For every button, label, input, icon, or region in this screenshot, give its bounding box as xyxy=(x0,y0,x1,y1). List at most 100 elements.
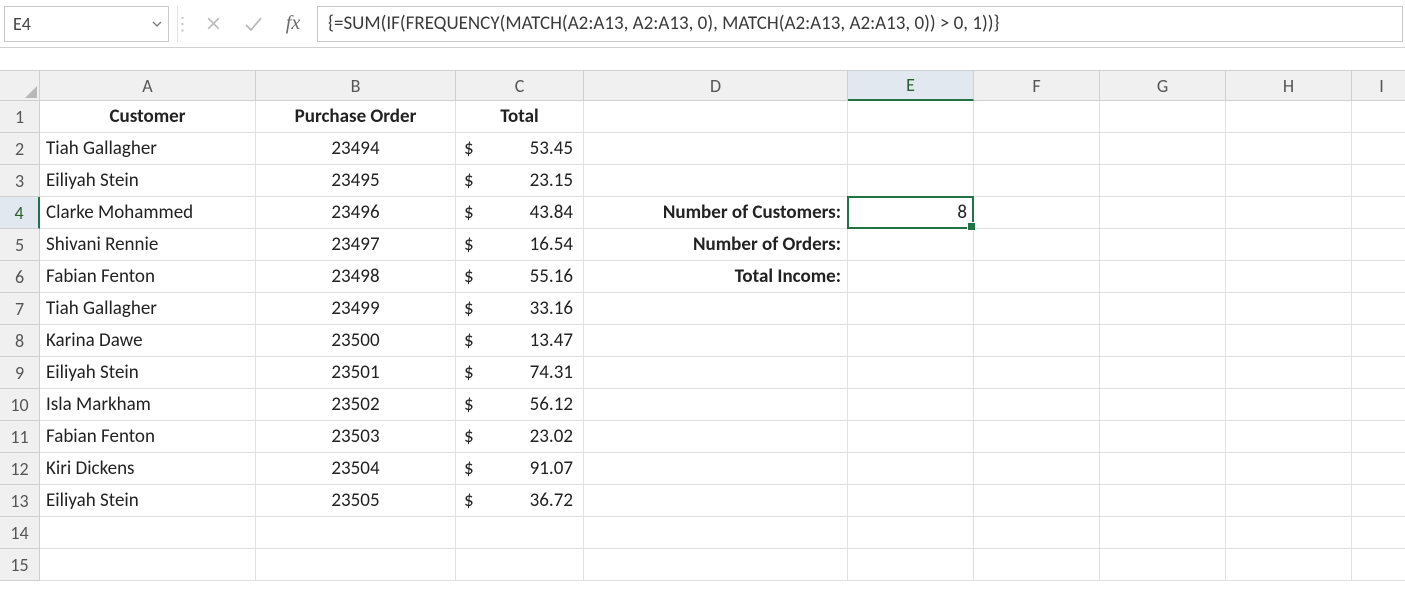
cell-H15[interactable] xyxy=(1226,549,1352,581)
cell-F5[interactable] xyxy=(974,229,1100,261)
enter-formula-button[interactable] xyxy=(233,6,273,42)
column-header-C[interactable]: C xyxy=(456,71,584,101)
cell-D10[interactable] xyxy=(584,389,848,421)
cell-I5[interactable] xyxy=(1352,229,1405,261)
cell-I15[interactable] xyxy=(1352,549,1405,581)
cell-C11[interactable]: $23.02 xyxy=(456,421,584,453)
cell-G10[interactable] xyxy=(1100,389,1226,421)
cell-E6[interactable] xyxy=(848,261,974,293)
cell-I3[interactable] xyxy=(1352,165,1405,197)
cell-A8[interactable]: Karina Dawe xyxy=(40,325,256,357)
cell-G3[interactable] xyxy=(1100,165,1226,197)
cell-E11[interactable] xyxy=(848,421,974,453)
cell-B2[interactable]: 23494 xyxy=(256,133,456,165)
cell-B3[interactable]: 23495 xyxy=(256,165,456,197)
cell-I6[interactable] xyxy=(1352,261,1405,293)
cell-A2[interactable]: Tiah Gallagher xyxy=(40,133,256,165)
cell-E9[interactable] xyxy=(848,357,974,389)
cell-D15[interactable] xyxy=(584,549,848,581)
cell-I11[interactable] xyxy=(1352,421,1405,453)
cell-F4[interactable] xyxy=(974,197,1100,229)
cell-A15[interactable] xyxy=(40,549,256,581)
cell-B15[interactable] xyxy=(256,549,456,581)
cell-H13[interactable] xyxy=(1226,485,1352,517)
row-header-6[interactable]: 6 xyxy=(0,261,40,293)
cell-G8[interactable] xyxy=(1100,325,1226,357)
column-header-H[interactable]: H xyxy=(1226,71,1352,101)
select-all-button[interactable] xyxy=(0,71,40,101)
cell-G15[interactable] xyxy=(1100,549,1226,581)
cell-H2[interactable] xyxy=(1226,133,1352,165)
cell-I9[interactable] xyxy=(1352,357,1405,389)
cell-I12[interactable] xyxy=(1352,453,1405,485)
cell-I13[interactable] xyxy=(1352,485,1405,517)
cell-C6[interactable]: $55.16 xyxy=(456,261,584,293)
cell-B10[interactable]: 23502 xyxy=(256,389,456,421)
row-header-3[interactable]: 3 xyxy=(0,165,40,197)
row-header-8[interactable]: 8 xyxy=(0,325,40,357)
cell-G2[interactable] xyxy=(1100,133,1226,165)
column-header-F[interactable]: F xyxy=(974,71,1100,101)
row-header-1[interactable]: 1 xyxy=(0,101,40,133)
cell-G6[interactable] xyxy=(1100,261,1226,293)
cell-F10[interactable] xyxy=(974,389,1100,421)
cancel-formula-button[interactable] xyxy=(193,6,233,42)
cell-B4[interactable]: 23496 xyxy=(256,197,456,229)
cell-F9[interactable] xyxy=(974,357,1100,389)
cell-C8[interactable]: $13.47 xyxy=(456,325,584,357)
cell-H12[interactable] xyxy=(1226,453,1352,485)
cell-E14[interactable] xyxy=(848,517,974,549)
cell-D4[interactable]: Number of Customers: xyxy=(584,197,848,229)
cell-B6[interactable]: 23498 xyxy=(256,261,456,293)
cell-E3[interactable] xyxy=(848,165,974,197)
cell-F6[interactable] xyxy=(974,261,1100,293)
cell-A10[interactable]: Isla Markham xyxy=(40,389,256,421)
cell-C10[interactable]: $56.12 xyxy=(456,389,584,421)
cell-D3[interactable] xyxy=(584,165,848,197)
cell-F14[interactable] xyxy=(974,517,1100,549)
name-box-dropdown-icon[interactable] xyxy=(146,7,168,41)
cell-A9[interactable]: Eiliyah Stein xyxy=(40,357,256,389)
row-header-2[interactable]: 2 xyxy=(0,133,40,165)
cell-I10[interactable] xyxy=(1352,389,1405,421)
column-header-A[interactable]: A xyxy=(40,71,256,101)
cell-E2[interactable] xyxy=(848,133,974,165)
cell-A4[interactable]: Clarke Mohammed xyxy=(40,197,256,229)
row-header-13[interactable]: 13 xyxy=(0,485,40,517)
cell-E13[interactable] xyxy=(848,485,974,517)
cell-B8[interactable]: 23500 xyxy=(256,325,456,357)
column-header-B[interactable]: B xyxy=(256,71,456,101)
row-header-5[interactable]: 5 xyxy=(0,229,40,261)
cell-D13[interactable] xyxy=(584,485,848,517)
cell-H5[interactable] xyxy=(1226,229,1352,261)
cell-A12[interactable]: Kiri Dickens xyxy=(40,453,256,485)
cell-F7[interactable] xyxy=(974,293,1100,325)
cell-D7[interactable] xyxy=(584,293,848,325)
cell-I1[interactable] xyxy=(1352,101,1405,133)
cell-A14[interactable] xyxy=(40,517,256,549)
cell-G11[interactable] xyxy=(1100,421,1226,453)
cell-H4[interactable] xyxy=(1226,197,1352,229)
row-header-9[interactable]: 9 xyxy=(0,357,40,389)
cell-G12[interactable] xyxy=(1100,453,1226,485)
cell-G14[interactable] xyxy=(1100,517,1226,549)
cell-F3[interactable] xyxy=(974,165,1100,197)
cell-H10[interactable] xyxy=(1226,389,1352,421)
cell-G7[interactable] xyxy=(1100,293,1226,325)
cell-H1[interactable] xyxy=(1226,101,1352,133)
cell-C4[interactable]: $43.84 xyxy=(456,197,584,229)
cell-H8[interactable] xyxy=(1226,325,1352,357)
cell-E15[interactable] xyxy=(848,549,974,581)
cell-H9[interactable] xyxy=(1226,357,1352,389)
cell-B5[interactable]: 23497 xyxy=(256,229,456,261)
cell-B14[interactable] xyxy=(256,517,456,549)
cell-C13[interactable]: $36.72 xyxy=(456,485,584,517)
cell-H6[interactable] xyxy=(1226,261,1352,293)
cell-B1[interactable]: Purchase Order xyxy=(256,101,456,133)
cell-H11[interactable] xyxy=(1226,421,1352,453)
cell-A5[interactable]: Shivani Rennie xyxy=(40,229,256,261)
cell-A6[interactable]: Fabian Fenton xyxy=(40,261,256,293)
column-header-G[interactable]: G xyxy=(1100,71,1226,101)
cell-G1[interactable] xyxy=(1100,101,1226,133)
cell-G13[interactable] xyxy=(1100,485,1226,517)
